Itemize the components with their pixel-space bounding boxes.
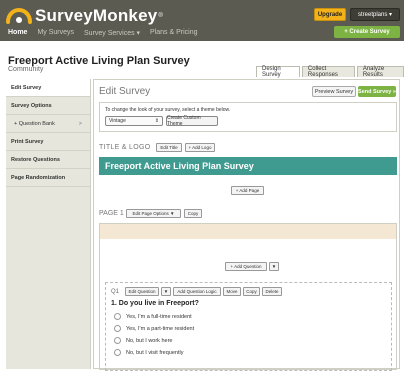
answer-option-label: No, but I visit frequently	[126, 349, 184, 356]
tab-collect-responses[interactable]: Collect Responses	[301, 66, 355, 78]
create-survey-button[interactable]: + Create Survey	[334, 26, 400, 38]
add-logo-button[interactable]: + Add Logo	[185, 143, 215, 152]
answer-option-label: Yes, I'm a part-time resident	[126, 325, 195, 332]
page-header-band	[100, 224, 396, 239]
nav-plans-pricing[interactable]: Plans & Pricing	[150, 29, 197, 37]
answer-option[interactable]: Yes, I'm a full-time resident	[114, 313, 192, 320]
theme-select-value: Vintage	[109, 118, 126, 124]
chevron-right-icon: >	[78, 120, 82, 127]
radio-button[interactable]	[114, 349, 121, 356]
answer-option-label: No, but I work here	[126, 337, 173, 344]
nav-survey-services[interactable]: Survey Services ▾	[84, 29, 140, 37]
page-label: PAGE 1	[99, 210, 124, 217]
tab-analyze-results[interactable]: Analyze Results	[356, 66, 404, 78]
radio-button[interactable]	[114, 325, 121, 332]
surveymonkey-logo[interactable]: SurveyMonkey ®	[6, 6, 163, 26]
survey-title-band: Freeport Active Living Plan Survey	[99, 157, 397, 175]
create-custom-theme-button[interactable]: Create Custom Theme	[166, 115, 218, 127]
copy-question-button[interactable]: Copy	[243, 287, 260, 296]
tab-design-survey[interactable]: Design Survey	[256, 66, 300, 78]
sidebar-item-page-randomization[interactable]: Page Randomization	[6, 169, 90, 187]
select-arrows-icon: ⇕	[154, 118, 159, 124]
radio-button[interactable]	[114, 313, 121, 320]
page-copy-button[interactable]: Copy	[184, 209, 202, 218]
move-question-button[interactable]: Move	[223, 287, 241, 296]
answer-option[interactable]: No, but I work here	[114, 337, 172, 344]
answer-option[interactable]: Yes, I'm a part-time resident	[114, 325, 194, 332]
nav-my-surveys[interactable]: My Surveys	[37, 29, 74, 37]
sidebar-item-survey-options[interactable]: Survey Options	[6, 97, 90, 115]
sidebar-item-label: Page Randomization	[11, 174, 66, 181]
page-heading: Edit Survey	[99, 86, 151, 97]
preview-survey-button[interactable]: Preview Survey	[312, 86, 356, 97]
survey-band-title: Freeport Active Living Plan Survey	[105, 161, 254, 171]
sidebar-item-print-survey[interactable]: Print Survey	[6, 133, 90, 151]
title-logo-label: TITLE & LOGO	[99, 144, 151, 151]
radio-button[interactable]	[114, 337, 121, 344]
answer-option-label: Yes, I'm a full-time resident	[126, 313, 192, 320]
add-page-button[interactable]: + Add Page	[231, 186, 264, 195]
logo-text: SurveyMonkey	[35, 6, 158, 25]
main-panel: Edit Survey Preview Survey Send Survey »…	[93, 79, 400, 371]
sidebar-item-label: Edit Survey	[11, 84, 42, 91]
question-text: 1. Do you live in Freeport?	[111, 300, 199, 307]
add-question-dropdown-button[interactable]: ▼	[269, 262, 279, 271]
add-question-button[interactable]: + Add Question	[225, 262, 267, 271]
main-nav: Home My Surveys Survey Services ▾ Plans …	[8, 29, 198, 37]
sidebar-item-label: Restore Questions	[11, 156, 60, 163]
answer-option[interactable]: No, but I visit frequently	[114, 349, 183, 356]
upgrade-button[interactable]: Upgrade	[314, 8, 346, 21]
send-survey-button[interactable]: Send Survey »	[358, 86, 396, 97]
page-1-container: + Add Question ▼ Q1 Edit Question ▼ Add …	[99, 223, 397, 371]
sidebar-item-restore-questions[interactable]: Restore Questions	[6, 151, 90, 169]
theme-select[interactable]: Vintage ⇕	[105, 116, 163, 126]
edit-title-button[interactable]: Edit Title	[156, 143, 182, 152]
sidebar-item-edit-survey[interactable]: Edit Survey	[6, 79, 90, 97]
edit-question-button[interactable]: Edit Question	[125, 287, 159, 296]
edit-page-options-button[interactable]: Edit Page Options ▼	[126, 209, 181, 218]
theme-panel: To change the look of your survey, selec…	[99, 102, 397, 132]
theme-instructions: To change the look of your survey, selec…	[105, 107, 231, 113]
add-question-logic-button[interactable]: Add Question Logic	[173, 287, 221, 296]
user-menu-button[interactable]: streetplans ▾	[350, 8, 400, 21]
delete-question-button[interactable]: Delete	[262, 287, 282, 296]
sidebar-item-label: Survey Options	[11, 102, 52, 109]
sidebar-item-label: Print Survey	[11, 138, 44, 145]
sidebar-item-label: + Question Bank	[14, 120, 55, 127]
sidebar-item-question-bank[interactable]: + Question Bank >	[6, 115, 90, 133]
top-header: SurveyMonkey ® Upgrade streetplans ▾ Hom…	[0, 0, 404, 41]
survey-tabs: Design Survey Collect Responses Analyze …	[256, 66, 404, 78]
question-card: Q1 Edit Question ▼ Add Question Logic Mo…	[105, 282, 392, 371]
sidebar: Edit Survey Survey Options + Question Ba…	[6, 79, 91, 369]
edit-question-dropdown-button[interactable]: ▼	[161, 287, 171, 296]
survey-category: Community	[8, 66, 44, 73]
monkey-logo-icon	[6, 7, 32, 24]
question-number: Q1	[111, 289, 120, 295]
logo-reg-mark: ®	[158, 13, 163, 19]
nav-home[interactable]: Home	[8, 29, 27, 37]
